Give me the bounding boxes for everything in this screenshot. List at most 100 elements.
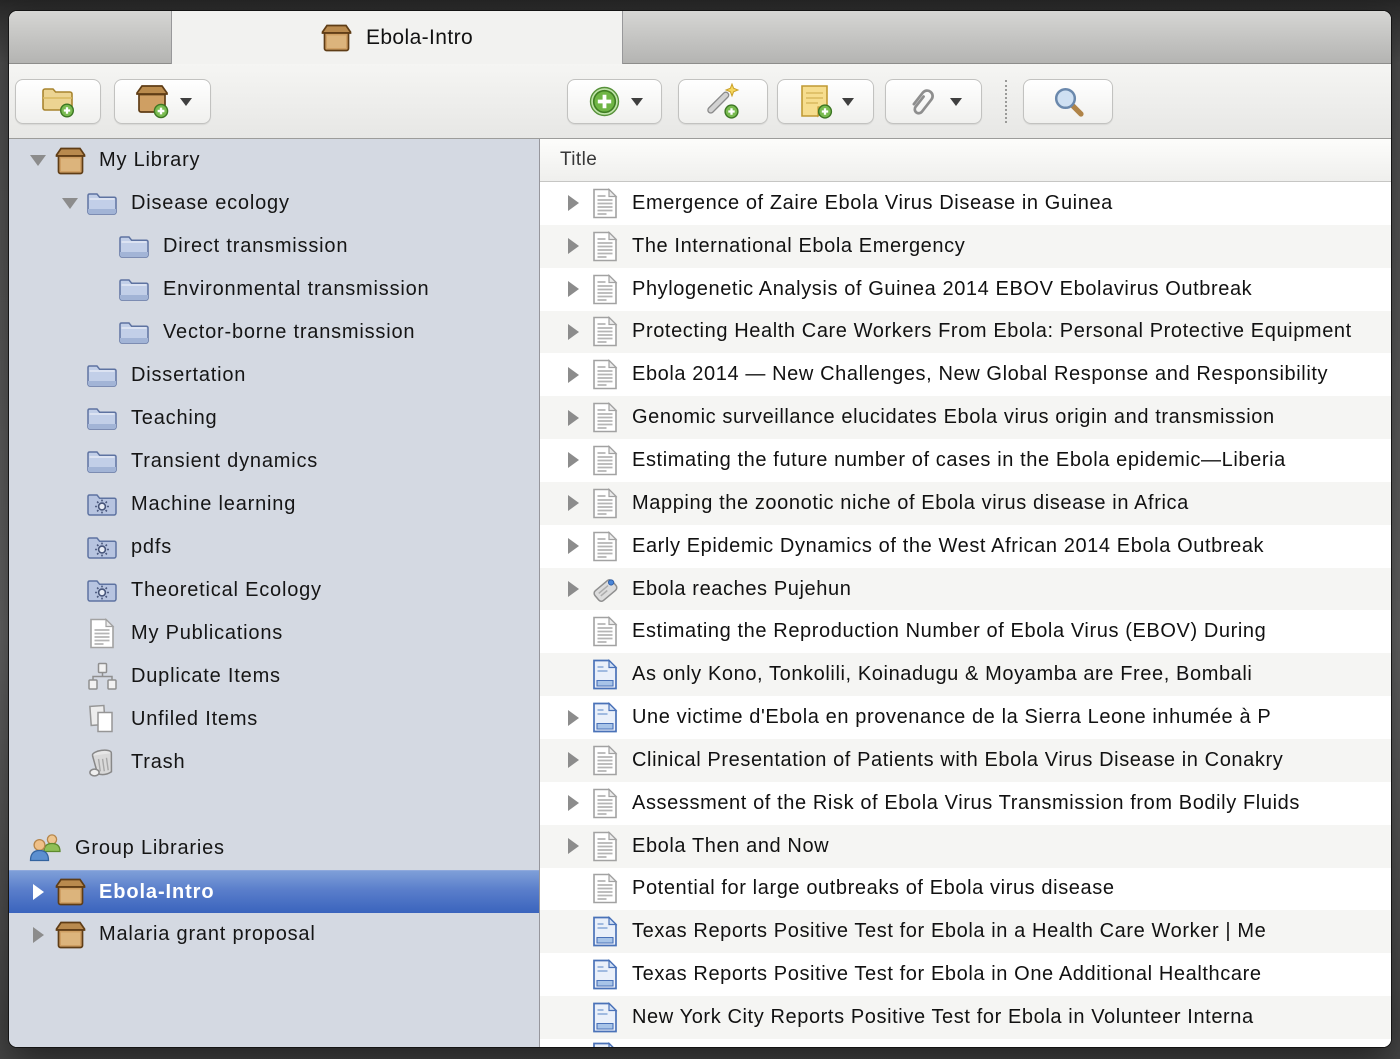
web-page-icon — [590, 916, 620, 947]
twisty-right-glyph — [568, 367, 579, 383]
twisty-right-icon[interactable] — [556, 795, 590, 811]
content-area: My Library Disease ecology Direct transmis… — [9, 139, 1391, 1047]
sidebar-item-unfiled-items[interactable]: Unfiled Items — [9, 698, 539, 741]
sidebar-item-label: Dissertation — [131, 364, 246, 387]
sidebar-item-transient-dynamics[interactable]: Transient dynamics — [9, 440, 539, 483]
twisty-right-icon[interactable] — [556, 710, 590, 726]
item-row[interactable]: Clinical Presentation of Patients with E… — [540, 739, 1391, 782]
item-row-partial[interactable] — [540, 1039, 1391, 1047]
add-by-identifier-button[interactable] — [678, 79, 768, 124]
twisty-right-icon[interactable] — [556, 838, 590, 854]
sidebar-item-label: Teaching — [131, 407, 217, 430]
sidebar-item-pdfs[interactable]: pdfs — [9, 526, 539, 569]
dropdown-arrow-icon — [842, 98, 854, 106]
item-row[interactable]: Texas Reports Positive Test for Ebola in… — [540, 910, 1391, 953]
web-page-icon — [590, 1002, 620, 1033]
sidebar-item-vector-borne-transmission[interactable]: Vector-borne transmission — [9, 311, 539, 354]
twisty-right-icon[interactable] — [556, 752, 590, 768]
sidebar-item-environmental-transmission[interactable]: Environmental transmission — [9, 268, 539, 311]
item-title: Estimating the future number of cases in… — [632, 449, 1391, 472]
sidebar-item-group-libraries[interactable]: Group Libraries — [9, 827, 539, 870]
item-row[interactable]: Ebola Then and Now — [540, 825, 1391, 868]
sidebar-item-theoretical-ecology[interactable]: Theoretical Ecology — [9, 569, 539, 612]
item-row[interactable]: New York City Reports Positive Test for … — [540, 996, 1391, 1039]
sidebar-item-malaria-grant-proposal[interactable]: Malaria grant proposal — [9, 913, 539, 956]
journal-article-icon — [590, 788, 620, 819]
item-row[interactable]: Estimating the future number of cases in… — [540, 439, 1391, 482]
sidebar-item-disease-ecology[interactable]: Disease ecology — [9, 182, 539, 225]
web-page-icon — [590, 702, 620, 733]
item-row[interactable]: Une victime d'Ebola en provenance de la … — [540, 696, 1391, 739]
new-library-button[interactable] — [114, 79, 211, 124]
new-collection-button[interactable] — [15, 79, 101, 124]
sidebar-item-label: Direct transmission — [163, 235, 348, 258]
folder-icon — [85, 406, 119, 431]
item-row[interactable]: Texas Reports Positive Test for Ebola in… — [540, 953, 1391, 996]
item-title: New York City Reports Positive Test for … — [632, 1006, 1391, 1029]
sidebar-item-label: Duplicate Items — [131, 665, 281, 688]
sidebar-item-my-library[interactable]: My Library — [9, 139, 539, 182]
title-column-label: Title — [560, 149, 597, 171]
item-row[interactable]: Emergence of Zaire Ebola Virus Disease i… — [540, 182, 1391, 225]
sidebar-item-direct-transmission[interactable]: Direct transmission — [9, 225, 539, 268]
twisty-right-icon[interactable] — [556, 410, 590, 426]
item-row[interactable]: Potential for large outbreaks of Ebola v… — [540, 868, 1391, 911]
twisty-right-icon[interactable] — [556, 367, 590, 383]
library-icon — [321, 24, 352, 52]
saved-search-icon — [85, 578, 119, 603]
twisty-right-icon[interactable] — [556, 452, 590, 468]
twisty-right-icon[interactable] — [23, 927, 53, 943]
add-attachment-button[interactable] — [885, 79, 982, 124]
twisty-right-icon[interactable] — [556, 538, 590, 554]
item-row[interactable]: Early Epidemic Dynamics of the West Afri… — [540, 525, 1391, 568]
twisty-right-icon[interactable] — [556, 324, 590, 340]
item-row[interactable]: Genomic surveillance elucidates Ebola vi… — [540, 396, 1391, 439]
twisty-right-icon[interactable] — [556, 238, 590, 254]
new-note-button[interactable] — [777, 79, 874, 124]
item-row[interactable]: Phylogenetic Analysis of Guinea 2014 EBO… — [540, 268, 1391, 311]
twisty-right-icon[interactable] — [556, 581, 590, 597]
item-title: Texas Reports Positive Test for Ebola in… — [632, 920, 1391, 943]
sidebar-item-ebola-intro[interactable]: Ebola-Intro — [9, 870, 539, 913]
tab-ebola-intro[interactable]: Ebola-Intro — [171, 11, 623, 64]
twisty-down-glyph — [62, 198, 78, 209]
item-row[interactable]: Ebola 2014 — New Challenges, New Global … — [540, 353, 1391, 396]
twisty-right-icon[interactable] — [556, 281, 590, 297]
item-title: The International Ebola Emergency — [632, 235, 1391, 258]
twisty-right-icon[interactable] — [556, 195, 590, 211]
sidebar-item-label: Transient dynamics — [131, 450, 318, 473]
sidebar-item-dissertation[interactable]: Dissertation — [9, 354, 539, 397]
twisty-right-icon[interactable] — [23, 884, 53, 900]
sidebar-item-teaching[interactable]: Teaching — [9, 397, 539, 440]
item-title: Ebola Then and Now — [632, 835, 1391, 858]
journal-article-icon — [590, 873, 620, 904]
item-row[interactable]: The International Ebola Emergency — [540, 225, 1391, 268]
toolbar — [9, 64, 1391, 139]
item-row[interactable]: Assessment of the Risk of Ebola Virus Tr… — [540, 782, 1391, 825]
sidebar-item-my-publications[interactable]: My Publications — [9, 612, 539, 655]
new-collection-icon — [41, 85, 76, 118]
item-row[interactable]: Protecting Health Care Workers From Ebol… — [540, 311, 1391, 354]
item-row[interactable]: As only Kono, Tonkolili, Koinadugu & Moy… — [540, 653, 1391, 696]
sidebar-item-label: My Library — [99, 149, 200, 172]
title-column-header[interactable]: Title — [540, 139, 1391, 182]
item-row[interactable]: Estimating the Reproduction Number of Eb… — [540, 610, 1391, 653]
item-row[interactable]: Mapping the zoonotic niche of Ebola viru… — [540, 482, 1391, 525]
journal-article-icon — [590, 231, 620, 262]
twisty-right-icon[interactable] — [556, 495, 590, 511]
twisty-right-glyph — [568, 410, 579, 426]
item-row[interactable]: Ebola reaches Pujehun — [540, 568, 1391, 611]
sidebar-item-label: Ebola-Intro — [99, 881, 214, 904]
web-page-icon — [590, 659, 620, 690]
link-attachment-icon — [590, 574, 620, 605]
twisty-down-icon[interactable] — [23, 155, 53, 166]
new-item-button[interactable] — [567, 79, 662, 124]
library-icon — [53, 147, 87, 175]
advanced-search-button[interactable] — [1023, 79, 1113, 124]
sidebar-item-trash[interactable]: Trash — [9, 741, 539, 784]
sidebar-item-duplicate-items[interactable]: Duplicate Items — [9, 655, 539, 698]
twisty-right-glyph — [568, 195, 579, 211]
twisty-down-icon[interactable] — [55, 198, 85, 209]
twisty-right-glyph — [568, 752, 579, 768]
sidebar-item-machine-learning[interactable]: Machine learning — [9, 483, 539, 526]
